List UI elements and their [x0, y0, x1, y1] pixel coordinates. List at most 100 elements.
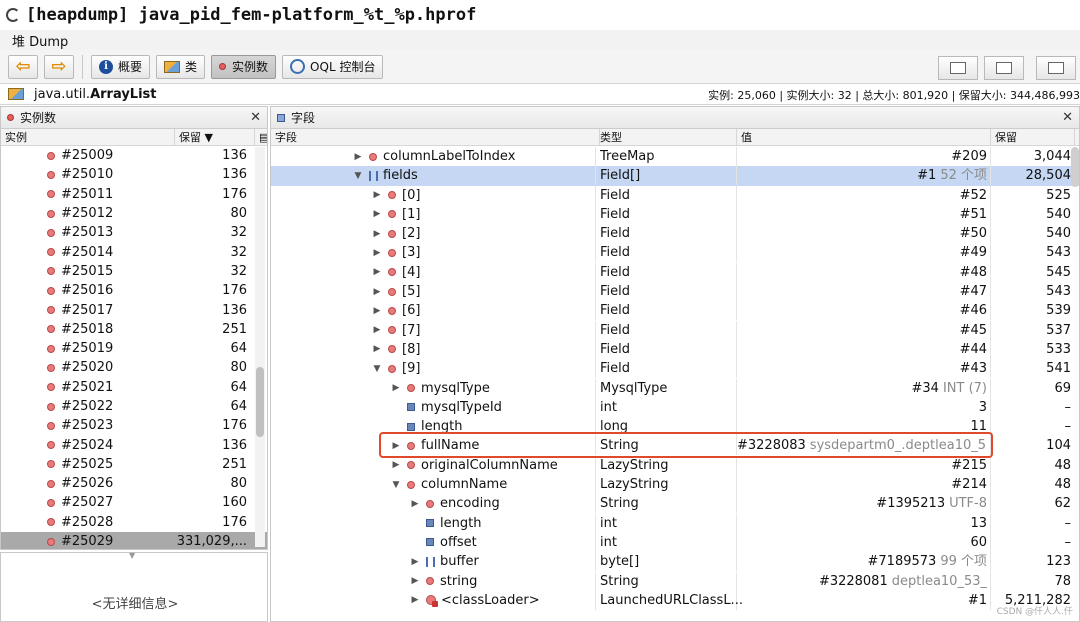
- instance-row[interactable]: #25010 136: [1, 165, 267, 184]
- highlight-annotation-box: [379, 432, 993, 458]
- field-row[interactable]: ▼ fields Field[] #1 52 个项 28,504: [271, 166, 1079, 186]
- instance-row[interactable]: #25019 64: [1, 339, 267, 358]
- field-type: MysqlType: [600, 380, 668, 396]
- instance-row[interactable]: #25014 32: [1, 242, 267, 261]
- instance-row[interactable]: #25028 176: [1, 513, 267, 532]
- instance-row[interactable]: #25011 176: [1, 185, 267, 204]
- column-type[interactable]: 类型: [596, 129, 737, 146]
- instance-row[interactable]: #25017 136: [1, 300, 267, 319]
- field-row[interactable]: ▶ [5] Field #47 543: [271, 282, 1079, 302]
- field-row[interactable]: length int 13–: [271, 513, 1079, 533]
- instance-row[interactable]: #25024 136: [1, 435, 267, 454]
- field-value: #209: [737, 147, 987, 166]
- instance-row[interactable]: #25012 80: [1, 204, 267, 223]
- instance-row[interactable]: #25022 64: [1, 397, 267, 416]
- field-row[interactable]: ▼ columnName LazyString #214 48: [271, 475, 1079, 495]
- column-field[interactable]: 字段: [271, 129, 600, 146]
- instances-scrollbar[interactable]: [255, 147, 265, 547]
- view-toggle-button-3[interactable]: [1036, 56, 1076, 80]
- field-row[interactable]: ▶ encoding String #1395213 UTF-8 62: [271, 494, 1079, 514]
- instances-button[interactable]: 实例数: [211, 54, 277, 79]
- arrow-left-icon: ⇦: [15, 56, 31, 77]
- fields-tree: ▶ columnLabelToIndex TreeMap #209 3,044 ▼ fiel…: [271, 147, 1079, 610]
- field-value-ref: #1: [917, 168, 937, 184]
- close-icon[interactable]: ✕: [1062, 110, 1073, 125]
- field-row[interactable]: ▶ originalColumnName LazyString #215 48: [271, 455, 1079, 475]
- instance-row[interactable]: #25009 136: [1, 146, 267, 165]
- field-type: LaunchedURLClassL...: [600, 592, 743, 608]
- field-retained: –: [1064, 399, 1072, 415]
- field-row[interactable]: ▶ [1] Field #51 540: [271, 204, 1079, 224]
- tab-heap-dump[interactable]: 堆 Dump: [12, 31, 68, 50]
- field-row[interactable]: ▶ [8] Field #44 533: [271, 339, 1079, 359]
- instance-row[interactable]: #25020 80: [1, 358, 267, 377]
- field-row[interactable]: mysqlTypeId int 3–: [271, 397, 1079, 417]
- toolbar-separator: [82, 54, 83, 79]
- field-type: Field: [600, 206, 631, 222]
- instance-id: #25011: [61, 186, 114, 202]
- summary-button[interactable]: i 概要: [91, 54, 151, 79]
- instance-icon: [7, 114, 14, 121]
- instance-row[interactable]: #25025 251: [1, 455, 267, 474]
- field-row[interactable]: ▶ buffer byte[] #7189573 99 个项 123: [271, 552, 1079, 572]
- forward-button[interactable]: ⇨: [44, 54, 74, 79]
- instance-row[interactable]: #25021 64: [1, 378, 267, 397]
- field-row[interactable]: ▼ [9] Field #43 541: [271, 359, 1079, 379]
- view-toggle-button-2[interactable]: [984, 56, 1024, 80]
- oql-label: OQL 控制台: [310, 60, 376, 74]
- instance-retained: 80: [230, 476, 247, 492]
- panel-layout-icon: [950, 62, 966, 74]
- classes-button[interactable]: 类: [156, 54, 206, 79]
- back-button[interactable]: ⇦: [8, 54, 38, 79]
- fields-scrollbar[interactable]: [1071, 147, 1079, 187]
- instance-retained: 32: [230, 244, 247, 260]
- column-value[interactable]: 值: [737, 129, 991, 146]
- field-row[interactable]: ▶ string String #3228081 deptlea10_53_ 78: [271, 571, 1079, 591]
- view-toggle-button-1[interactable]: [938, 56, 978, 80]
- column-retained[interactable]: 保留: [991, 129, 1075, 146]
- cell-divider: [271, 455, 596, 475]
- instance-row[interactable]: #25023 176: [1, 416, 267, 435]
- field-type: int: [600, 534, 617, 550]
- instance-retained: 176: [222, 283, 247, 299]
- instance-row[interactable]: #25027 160: [1, 493, 267, 512]
- instance-icon: [47, 460, 55, 469]
- column-chooser-icon[interactable]: ▤: [255, 129, 267, 145]
- scrollbar-thumb[interactable]: [256, 367, 264, 437]
- field-type: Field: [600, 245, 631, 261]
- field-type: Field: [600, 322, 631, 338]
- field-row[interactable]: ▶ [0] Field #52 525: [271, 185, 1079, 205]
- instance-row[interactable]: #25018 251: [1, 320, 267, 339]
- field-value: #46: [737, 301, 987, 320]
- oql-console-button[interactable]: OQL 控制台: [282, 54, 384, 79]
- field-row[interactable]: ▶ [4] Field #48 545: [271, 262, 1079, 282]
- field-value-ref: #1: [967, 592, 987, 608]
- field-row[interactable]: ▶ <classLoader> LaunchedURLClassL... #1 5,21…: [271, 590, 1079, 610]
- splitter-grip-icon[interactable]: ▼: [129, 551, 135, 560]
- column-retained[interactable]: 保留 ▼: [175, 129, 255, 145]
- instance-icon: [47, 170, 55, 179]
- field-value: #43: [737, 359, 987, 378]
- field-value: #34 INT (7): [737, 379, 987, 398]
- field-row[interactable]: offset int 60–: [271, 532, 1079, 552]
- summary-label: 概要: [118, 60, 143, 74]
- column-instance[interactable]: 实例: [1, 129, 175, 145]
- instances-label: 实例数: [232, 60, 269, 74]
- field-row[interactable]: ▶ [2] Field #50 540: [271, 224, 1079, 244]
- field-row[interactable]: ▶ [3] Field #49 543: [271, 243, 1079, 263]
- field-row[interactable]: ▶ mysqlType MysqlType #34 INT (7) 69: [271, 378, 1079, 398]
- instance-cell: #25017: [1, 303, 175, 318]
- field-row[interactable]: ▶ [7] Field #45 537: [271, 320, 1079, 340]
- instance-row[interactable]: #25013 32: [1, 223, 267, 242]
- field-row[interactable]: ▶ columnLabelToIndex TreeMap #209 3,044: [271, 147, 1079, 166]
- field-value-ref: 3: [978, 399, 987, 415]
- instance-row[interactable]: #25029 331,029,...: [1, 531, 267, 549]
- instance-row[interactable]: #25016 176: [1, 281, 267, 300]
- close-icon[interactable]: ✕: [250, 110, 261, 125]
- instance-row[interactable]: #25015 32: [1, 262, 267, 281]
- field-value: #1395213 UTF-8: [737, 494, 987, 513]
- fields-panel-header: 字段 ✕: [271, 107, 1079, 129]
- instance-row[interactable]: #25026 80: [1, 474, 267, 493]
- field-row[interactable]: ▶ [6] Field #46 539: [271, 301, 1079, 321]
- instance-cell: #25022: [1, 399, 175, 414]
